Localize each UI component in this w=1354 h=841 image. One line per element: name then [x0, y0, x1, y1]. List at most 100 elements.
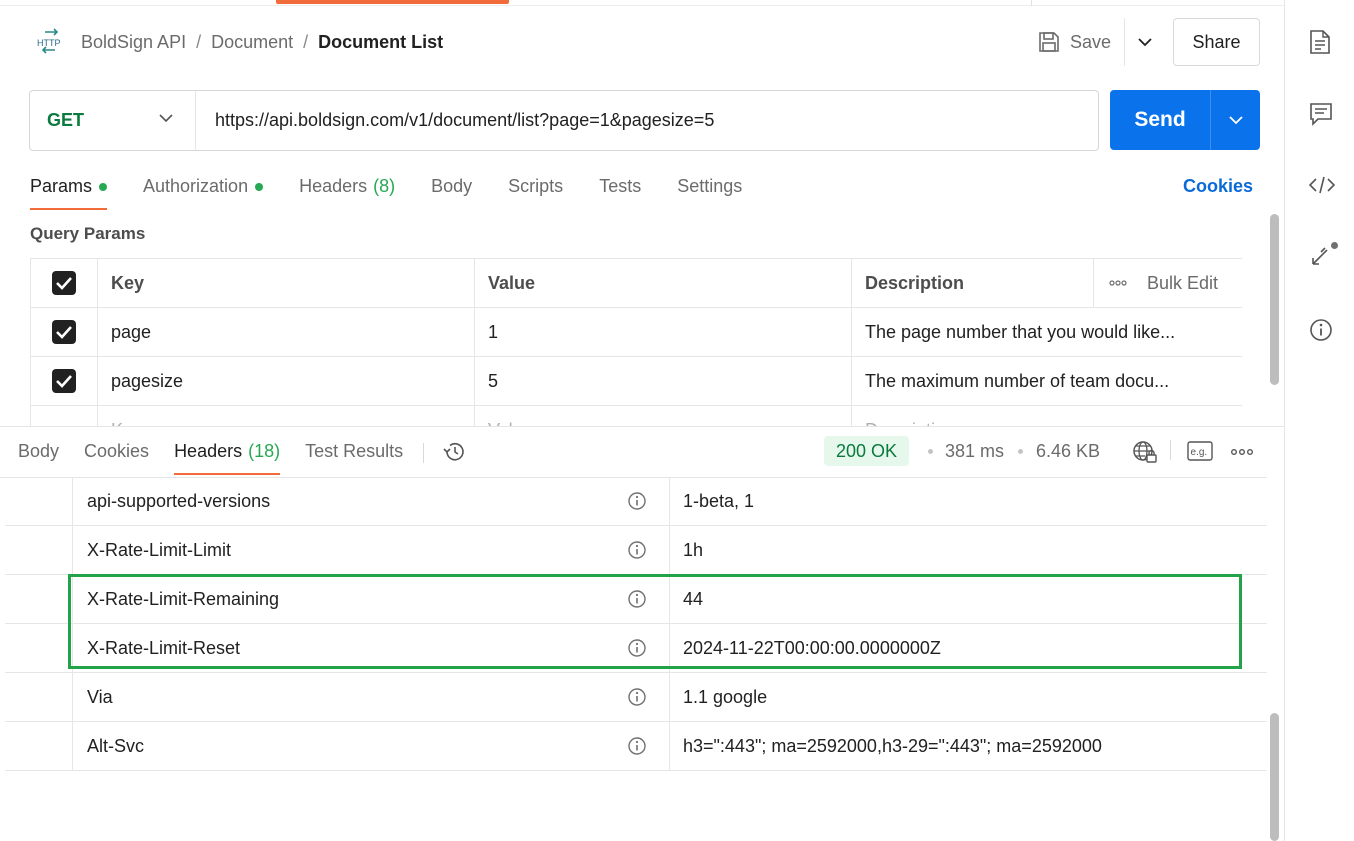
tab-headers[interactable]: Headers (8): [299, 172, 395, 210]
breadcrumb-separator: /: [196, 31, 202, 52]
method-select[interactable]: GET: [30, 91, 196, 150]
bulk-edit-button[interactable]: Bulk Edit: [1147, 273, 1218, 294]
share-button[interactable]: Share: [1173, 18, 1260, 66]
tab-settings[interactable]: Settings: [677, 172, 742, 210]
row-gutter: [5, 624, 73, 672]
related-collections-icon[interactable]: [1309, 246, 1331, 268]
status-dot: [99, 183, 108, 191]
history-icon[interactable]: [442, 440, 468, 464]
header-key: X-Rate-Limit-Remaining: [87, 589, 280, 609]
header-key: api-supported-versions: [87, 491, 271, 511]
chevron-down-icon: [159, 114, 173, 123]
response-tab-test-results[interactable]: Test Results: [305, 438, 403, 475]
request-tabs: Params Authorization Headers (8) Body Scr…: [30, 172, 778, 210]
status-badge[interactable]: 200 OK: [824, 436, 910, 466]
table-row-new: Key Value Description: [30, 405, 1242, 426]
param-key-cell[interactable]: pagesize: [97, 356, 475, 406]
checkmark-icon: [56, 326, 72, 339]
more-options-icon[interactable]: [1109, 279, 1127, 287]
breadcrumb-current-request[interactable]: Document List: [318, 32, 443, 53]
param-value-cell[interactable]: 5: [474, 356, 852, 406]
table-row: page 1 The page number that you would li…: [30, 307, 1242, 357]
tab-strip-divider: [1031, 0, 1032, 6]
send-options-button[interactable]: [1210, 90, 1260, 150]
tab-params-label: Params: [30, 176, 93, 196]
active-tab-indicator: [276, 0, 509, 4]
row-gutter: [5, 673, 73, 721]
info-icon[interactable]: [627, 687, 647, 707]
response-tabs: Body Cookies Headers (18) Test Results: [18, 438, 468, 475]
response-time[interactable]: 381 ms: [945, 441, 1004, 462]
column-header-value: Value: [474, 258, 852, 308]
row-checkbox-cell: [30, 356, 98, 406]
more-options-icon[interactable]: [1231, 448, 1253, 456]
param-description-cell[interactable]: The maximum number of team docu...: [851, 356, 1242, 406]
breadcrumb-collection[interactable]: BoldSign API: [81, 32, 186, 53]
header-key: Alt-Svc: [87, 736, 145, 756]
header-key: X-Rate-Limit-Limit: [87, 540, 232, 560]
info-icon[interactable]: [627, 491, 647, 511]
tab-headers-count: (8): [373, 176, 396, 196]
header-value: 44: [683, 589, 704, 609]
info-icon[interactable]: [627, 540, 647, 560]
save-options-button[interactable]: [1124, 18, 1164, 66]
row-checkbox[interactable]: [52, 320, 76, 344]
header-value: 2024-11-22T00:00:00.0000000Z: [683, 638, 941, 658]
info-icon[interactable]: [627, 638, 647, 658]
url-input[interactable]: [196, 91, 1098, 150]
code-icon[interactable]: [1309, 175, 1335, 195]
header-value: h3=":443"; ma=2592000,h3-29=":443"; ma=2…: [683, 736, 1102, 756]
tab-scripts[interactable]: Scripts: [508, 172, 563, 210]
meta-separator-dot: [1018, 449, 1023, 454]
save-icon: [1039, 32, 1059, 52]
header-value: 1.1 google: [683, 687, 768, 707]
new-param-value-input[interactable]: Value: [474, 405, 852, 426]
meta-separator: [1170, 440, 1171, 460]
response-size[interactable]: 6.46 KB: [1036, 441, 1100, 462]
status-dot: [255, 183, 264, 191]
network-globe-lock-icon[interactable]: [1132, 440, 1158, 464]
request-pane-scrollbar[interactable]: [1270, 214, 1279, 385]
save-button[interactable]: Save: [1038, 26, 1111, 58]
row-checkbox[interactable]: [52, 369, 76, 393]
top-tab-strip: [0, 0, 1284, 6]
breadcrumb-folder[interactable]: Document: [211, 32, 293, 53]
checkmark-icon: [56, 277, 72, 290]
table-row: X-Rate-Limit-Reset 2024-11-22T00:00:00.0…: [5, 624, 1267, 673]
row-gutter: [5, 477, 73, 525]
param-value-cell[interactable]: 1: [474, 307, 852, 357]
info-icon[interactable]: [627, 736, 647, 756]
response-tab-headers[interactable]: Headers (18): [174, 438, 281, 475]
send-button[interactable]: Send: [1110, 108, 1210, 132]
param-key-cell[interactable]: page: [97, 307, 475, 357]
param-description-cell[interactable]: The page number that you would like...: [851, 307, 1242, 357]
examples-icon[interactable]: e.g.: [1187, 440, 1213, 462]
row-gutter: [5, 575, 73, 623]
checkmark-icon: [56, 375, 72, 388]
comments-icon[interactable]: [1309, 102, 1333, 126]
tab-body[interactable]: Body: [431, 172, 472, 210]
query-params-title: Query Params: [30, 224, 146, 243]
row-checkbox-cell: [30, 307, 98, 357]
table-row: pagesize 5 The maximum number of team do…: [30, 356, 1242, 406]
column-header-description: Description: [851, 258, 1094, 308]
response-tab-body[interactable]: Body: [18, 438, 59, 475]
response-tab-headers-count: (18): [248, 441, 281, 461]
table-row: Alt-Svc h3=":443"; ma=2592000,h3-29=":44…: [5, 722, 1267, 771]
pane-divider[interactable]: [0, 426, 1284, 427]
select-all-checkbox[interactable]: [52, 271, 76, 295]
right-sidebar: [1284, 0, 1354, 841]
info-icon[interactable]: [1309, 318, 1333, 342]
response-tab-cookies[interactable]: Cookies: [84, 438, 149, 475]
cookies-link[interactable]: Cookies: [1183, 176, 1253, 197]
documentation-icon[interactable]: [1309, 29, 1331, 55]
tab-authorization[interactable]: Authorization: [143, 172, 264, 210]
row-gutter: [5, 722, 73, 770]
tab-params[interactable]: Params: [30, 172, 108, 210]
new-param-key-input[interactable]: Key: [97, 405, 475, 426]
response-pane-scrollbar[interactable]: [1270, 713, 1279, 841]
tab-tests[interactable]: Tests: [599, 172, 641, 210]
table-row: X-Rate-Limit-Limit 1h: [5, 526, 1267, 575]
new-param-description-input[interactable]: Description: [851, 405, 1242, 426]
info-icon[interactable]: [627, 589, 647, 609]
